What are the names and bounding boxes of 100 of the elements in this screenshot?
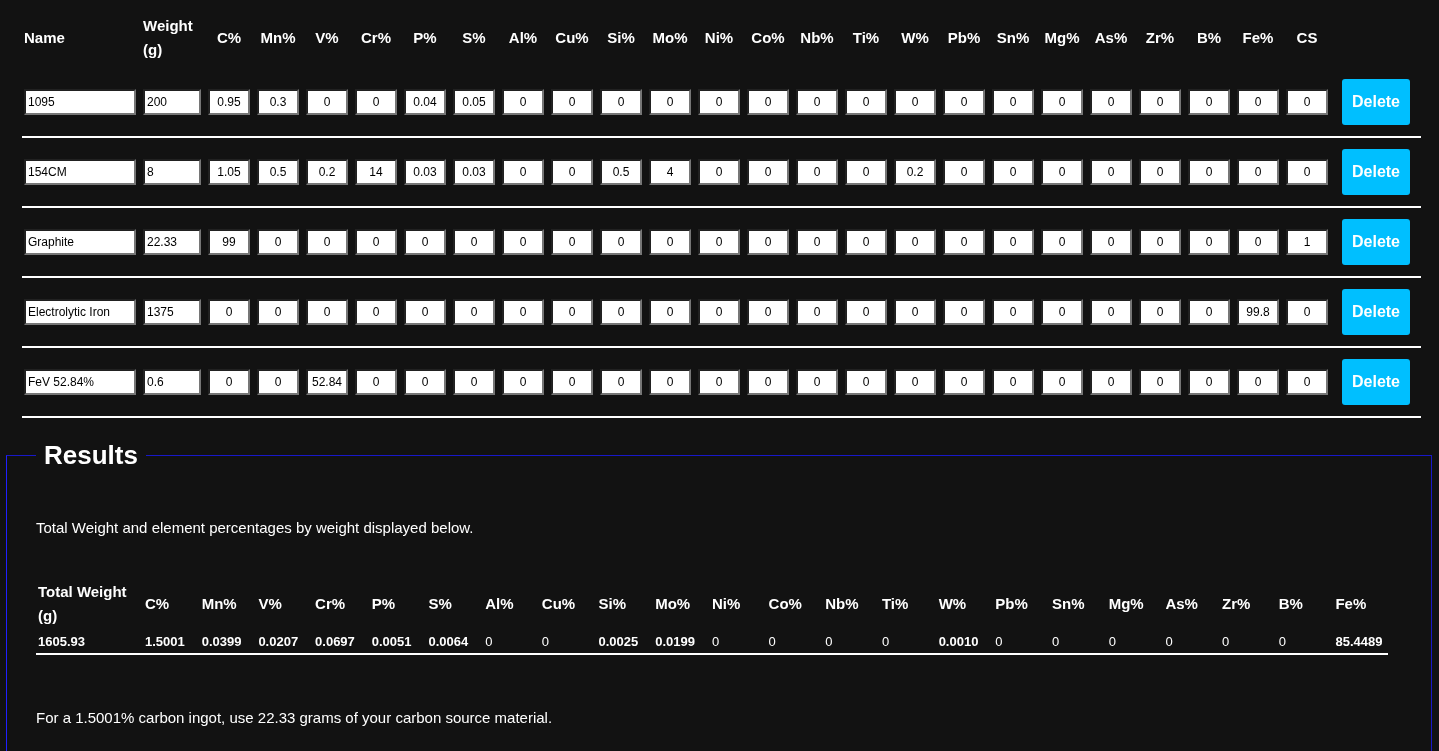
percent-field[interactable]: 0 bbox=[698, 89, 740, 115]
percent-field[interactable]: 0 bbox=[306, 299, 348, 325]
weight-field[interactable]: 0.6 bbox=[143, 369, 201, 395]
percent-field[interactable]: 0 bbox=[943, 229, 985, 255]
percent-field[interactable]: 0 bbox=[1188, 369, 1230, 395]
percent-field[interactable]: 0 bbox=[747, 299, 789, 325]
percent-field[interactable]: 0 bbox=[698, 299, 740, 325]
percent-field[interactable]: 0 bbox=[453, 299, 495, 325]
percent-field[interactable]: 0 bbox=[1286, 159, 1328, 185]
percent-field[interactable]: 0 bbox=[502, 369, 544, 395]
percent-field[interactable]: 0 bbox=[355, 229, 397, 255]
percent-field[interactable]: 0 bbox=[600, 369, 642, 395]
percent-field[interactable]: 0 bbox=[257, 229, 299, 255]
percent-field[interactable]: 0 bbox=[306, 89, 348, 115]
percent-field[interactable]: 14 bbox=[355, 159, 397, 185]
percent-field[interactable]: 0 bbox=[747, 89, 789, 115]
percent-field[interactable]: 0 bbox=[1041, 369, 1083, 395]
percent-field[interactable]: 0.03 bbox=[453, 159, 495, 185]
percent-field[interactable]: 0 bbox=[453, 229, 495, 255]
percent-field[interactable]: 0 bbox=[796, 159, 838, 185]
percent-field[interactable]: 0 bbox=[894, 369, 936, 395]
percent-field[interactable]: 0 bbox=[1237, 159, 1279, 185]
percent-field[interactable]: 0 bbox=[257, 369, 299, 395]
percent-field[interactable]: 0.2 bbox=[306, 159, 348, 185]
percent-field[interactable]: 0 bbox=[845, 89, 887, 115]
percent-field[interactable]: 0 bbox=[747, 369, 789, 395]
percent-field[interactable]: 0 bbox=[1139, 229, 1181, 255]
percent-field[interactable]: 0 bbox=[306, 229, 348, 255]
percent-field[interactable]: 0 bbox=[1041, 299, 1083, 325]
percent-field[interactable]: 0 bbox=[600, 299, 642, 325]
percent-field[interactable]: 0 bbox=[404, 299, 446, 325]
percent-field[interactable]: 0 bbox=[698, 159, 740, 185]
percent-field[interactable]: 0 bbox=[600, 89, 642, 115]
percent-field[interactable]: 0 bbox=[943, 89, 985, 115]
percent-field[interactable]: 0 bbox=[1090, 229, 1132, 255]
percent-field[interactable]: 0 bbox=[1139, 89, 1181, 115]
percent-field[interactable]: 0 bbox=[1286, 369, 1328, 395]
percent-field[interactable]: 0.05 bbox=[453, 89, 495, 115]
percent-field[interactable]: 1.05 bbox=[208, 159, 250, 185]
percent-field[interactable]: 0 bbox=[1139, 159, 1181, 185]
percent-field[interactable]: 0 bbox=[747, 159, 789, 185]
percent-field[interactable]: 0 bbox=[1188, 89, 1230, 115]
percent-field[interactable]: 0 bbox=[1237, 89, 1279, 115]
weight-field[interactable]: 200 bbox=[143, 89, 201, 115]
percent-field[interactable]: 0 bbox=[404, 369, 446, 395]
percent-field[interactable]: 0 bbox=[551, 159, 593, 185]
percent-field[interactable]: 0 bbox=[355, 369, 397, 395]
percent-field[interactable]: 0 bbox=[502, 229, 544, 255]
percent-field[interactable]: 0 bbox=[649, 89, 691, 115]
name-field[interactable]: FeV 52.84% bbox=[24, 369, 136, 395]
percent-field[interactable]: 0.5 bbox=[257, 159, 299, 185]
percent-field[interactable]: 0 bbox=[992, 89, 1034, 115]
percent-field[interactable]: 1 bbox=[1286, 229, 1328, 255]
name-field[interactable]: Electrolytic Iron bbox=[24, 299, 136, 325]
percent-field[interactable]: 0 bbox=[1188, 229, 1230, 255]
percent-field[interactable]: 0 bbox=[502, 299, 544, 325]
percent-field[interactable]: 0 bbox=[796, 299, 838, 325]
percent-field[interactable]: 0 bbox=[355, 89, 397, 115]
percent-field[interactable]: 0 bbox=[796, 229, 838, 255]
percent-field[interactable]: 0 bbox=[845, 369, 887, 395]
percent-field[interactable]: 0 bbox=[1237, 369, 1279, 395]
percent-field[interactable]: 52.84 bbox=[306, 369, 348, 395]
percent-field[interactable]: 0 bbox=[894, 229, 936, 255]
percent-field[interactable]: 0 bbox=[502, 89, 544, 115]
percent-field[interactable]: 0 bbox=[894, 89, 936, 115]
percent-field[interactable]: 0 bbox=[404, 229, 446, 255]
percent-field[interactable]: 0 bbox=[355, 299, 397, 325]
percent-field[interactable]: 0 bbox=[796, 89, 838, 115]
percent-field[interactable]: 0 bbox=[747, 229, 789, 255]
percent-field[interactable]: 0 bbox=[453, 369, 495, 395]
percent-field[interactable]: 0 bbox=[551, 89, 593, 115]
percent-field[interactable]: 99.8 bbox=[1237, 299, 1279, 325]
percent-field[interactable]: 0 bbox=[698, 229, 740, 255]
percent-field[interactable]: 0.04 bbox=[404, 89, 446, 115]
percent-field[interactable]: 0 bbox=[845, 299, 887, 325]
percent-field[interactable]: 99 bbox=[208, 229, 250, 255]
percent-field[interactable]: 0 bbox=[894, 299, 936, 325]
weight-field[interactable]: 22.33 bbox=[143, 229, 201, 255]
percent-field[interactable]: 0 bbox=[943, 299, 985, 325]
percent-field[interactable]: 0 bbox=[796, 369, 838, 395]
percent-field[interactable]: 0.2 bbox=[894, 159, 936, 185]
percent-field[interactable]: 0.3 bbox=[257, 89, 299, 115]
percent-field[interactable]: 0 bbox=[551, 229, 593, 255]
percent-field[interactable]: 0 bbox=[649, 369, 691, 395]
percent-field[interactable]: 0 bbox=[845, 159, 887, 185]
percent-field[interactable]: 0 bbox=[1286, 299, 1328, 325]
percent-field[interactable]: 0 bbox=[992, 369, 1034, 395]
percent-field[interactable]: 0 bbox=[208, 299, 250, 325]
name-field[interactable]: 1095 bbox=[24, 89, 136, 115]
percent-field[interactable]: 0 bbox=[698, 369, 740, 395]
percent-field[interactable]: 0 bbox=[992, 299, 1034, 325]
percent-field[interactable]: 0 bbox=[1090, 369, 1132, 395]
percent-field[interactable]: 0 bbox=[992, 159, 1034, 185]
percent-field[interactable]: 0.5 bbox=[600, 159, 642, 185]
percent-field[interactable]: 0 bbox=[208, 369, 250, 395]
percent-field[interactable]: 0.03 bbox=[404, 159, 446, 185]
percent-field[interactable]: 0 bbox=[1041, 89, 1083, 115]
weight-field[interactable]: 8 bbox=[143, 159, 201, 185]
name-field[interactable]: 154CM bbox=[24, 159, 136, 185]
percent-field[interactable]: 0 bbox=[992, 229, 1034, 255]
